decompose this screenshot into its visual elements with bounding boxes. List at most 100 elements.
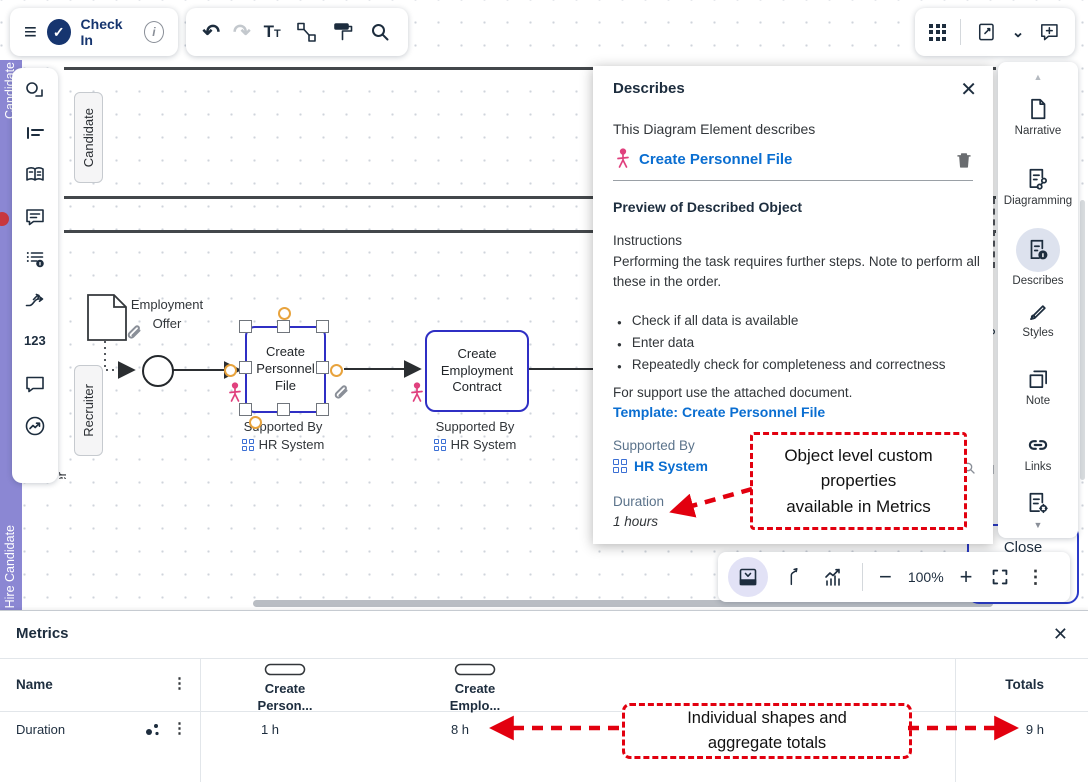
more-options-icon[interactable]: ⋮	[1027, 568, 1045, 586]
column-header-totals[interactable]: Totals	[960, 677, 1066, 692]
connection-point[interactable]	[224, 364, 237, 377]
person-icon	[227, 382, 243, 404]
column-header-task2[interactable]: Create Emplo...	[405, 663, 545, 715]
cell-duration-task2[interactable]: 8 h	[405, 722, 515, 737]
cell-duration-task1[interactable]: 1 h	[215, 722, 325, 737]
selection-handle[interactable]	[316, 320, 329, 333]
metrics-chart-icon[interactable]	[822, 565, 846, 589]
text-format-icon[interactable]: TT	[264, 22, 281, 42]
selection-handle[interactable]	[277, 403, 290, 416]
connection-point[interactable]	[330, 364, 343, 377]
bullet-icon: ●	[617, 318, 622, 327]
duration-value: 1 hours	[613, 514, 658, 529]
numbers-icon[interactable]: 123	[24, 333, 46, 348]
check-in-button[interactable]: Check In	[81, 16, 134, 48]
hr-system-label[interactable]: HR System	[451, 437, 517, 452]
connection-point[interactable]	[249, 416, 262, 429]
selection-handle[interactable]	[316, 403, 329, 416]
close-icon[interactable]: ✕	[960, 77, 977, 102]
vertical-scrollbar[interactable]	[1080, 200, 1085, 480]
template-link[interactable]: Template: Create Personnel File	[613, 404, 825, 420]
lane-label-candidate[interactable]: Candidate	[74, 92, 103, 183]
object-select-icon[interactable]	[23, 80, 47, 109]
sidebar-item-settings-doc[interactable]	[998, 490, 1078, 519]
process-flow-icon[interactable]	[784, 566, 806, 588]
connector-tool-icon[interactable]	[294, 20, 318, 44]
fullscreen-icon[interactable]	[989, 566, 1011, 588]
bullet-icon: ●	[617, 340, 622, 349]
rotation-handle[interactable]	[278, 307, 291, 320]
metrics-title: Metrics	[16, 625, 69, 642]
start-event[interactable]	[142, 355, 174, 387]
sidebar-item-styles[interactable]: Styles	[998, 298, 1078, 339]
selection-handle[interactable]	[239, 320, 252, 333]
narrative-icon	[1025, 96, 1051, 122]
format-painter-icon[interactable]	[331, 20, 355, 44]
instructions-text: Performing the task requires further ste…	[613, 252, 981, 291]
row-name-duration[interactable]: Duration	[16, 722, 65, 737]
panel-title: Describes	[613, 80, 685, 97]
scroll-up-icon[interactable]: ▲	[998, 72, 1078, 82]
zoom-level[interactable]: 100%	[908, 569, 944, 585]
glossary-icon[interactable]	[23, 163, 47, 192]
redo-icon[interactable]: ↷	[233, 22, 251, 43]
lane-label-recruiter[interactable]: Recruiter	[74, 365, 103, 456]
metrics-panel: Metrics ✕ Name ⋮ Create Person... Create…	[0, 610, 1088, 782]
chevron-down-icon[interactable]: ⌄	[1012, 28, 1025, 37]
sidebar-item-describes[interactable]: Describes	[998, 228, 1078, 287]
annotation-box-object-properties: Object level custom properties available…	[750, 432, 967, 530]
sidebar-item-diagramming[interactable]: Diagramming	[998, 166, 1078, 207]
comment-lines-icon[interactable]	[23, 205, 47, 234]
comment-icon[interactable]	[23, 372, 47, 401]
trash-icon[interactable]	[953, 149, 975, 171]
sidebar-item-note[interactable]: Note	[998, 366, 1078, 407]
apps-grid-icon[interactable]	[929, 24, 946, 41]
row-menu-icon[interactable]: ⋮	[172, 721, 187, 736]
selection-handle[interactable]	[316, 361, 329, 374]
check-in-badge-icon: ✓	[47, 19, 71, 45]
described-element-link[interactable]: Create Personnel File	[639, 151, 792, 168]
annotation-box-individual-totals: Individual shapes and aggregate totals	[622, 703, 912, 759]
diagramming-icon	[1025, 166, 1051, 192]
performance-icon[interactable]	[23, 414, 47, 443]
note-icon	[1025, 366, 1051, 392]
sidebar-item-narrative[interactable]: Narrative	[998, 96, 1078, 137]
search-icon[interactable]	[368, 20, 392, 44]
supported-by-label: Supported By	[613, 438, 695, 453]
person-icon	[615, 148, 631, 170]
undo-icon[interactable]: ↶	[202, 22, 220, 43]
hr-system-label[interactable]: HR System	[259, 437, 325, 452]
table-border	[0, 658, 1088, 659]
panel-toggle-icon[interactable]	[728, 557, 768, 597]
task-create-employment-contract[interactable]: Create Employment Contract	[425, 330, 529, 412]
cell-duration-total[interactable]: 9 h	[960, 722, 1066, 737]
column-header-name[interactable]: Name	[16, 677, 53, 692]
column-header-task1[interactable]: Create Person...	[215, 663, 355, 715]
selection-handle[interactable]	[277, 320, 290, 333]
selection-handle[interactable]	[239, 403, 252, 416]
styles-icon	[1025, 298, 1051, 324]
system-grid-icon	[613, 459, 627, 473]
scroll-down-icon[interactable]: ▼	[998, 520, 1078, 530]
sidebar-item-links[interactable]: Links	[998, 432, 1078, 473]
column-menu-icon[interactable]: ⋮	[172, 676, 187, 691]
align-icon[interactable]	[23, 122, 47, 151]
selection-handle[interactable]	[239, 361, 252, 374]
task-create-personnel-file[interactable]: Create Personnel File	[245, 326, 326, 413]
zoom-in-icon[interactable]: +	[960, 564, 973, 590]
close-icon[interactable]: ✕	[1053, 624, 1068, 645]
info-icon[interactable]: i	[144, 21, 164, 43]
branch-icon[interactable]	[23, 289, 47, 318]
cluster-icon[interactable]	[143, 721, 161, 739]
add-comment-icon[interactable]	[1038, 20, 1061, 44]
document-label[interactable]: Employment Offer	[118, 296, 216, 334]
hr-system-link[interactable]: HR System	[634, 458, 708, 474]
menu-icon[interactable]: ≡	[24, 21, 37, 43]
zoom-out-icon[interactable]: −	[879, 564, 892, 590]
toolbar-divider	[960, 19, 961, 45]
association-flow[interactable]	[105, 341, 134, 370]
bullet-icon: ●	[617, 362, 622, 371]
new-document-icon[interactable]	[975, 20, 998, 44]
describes-icon	[1025, 237, 1051, 263]
attributes-icon[interactable]	[23, 247, 47, 276]
